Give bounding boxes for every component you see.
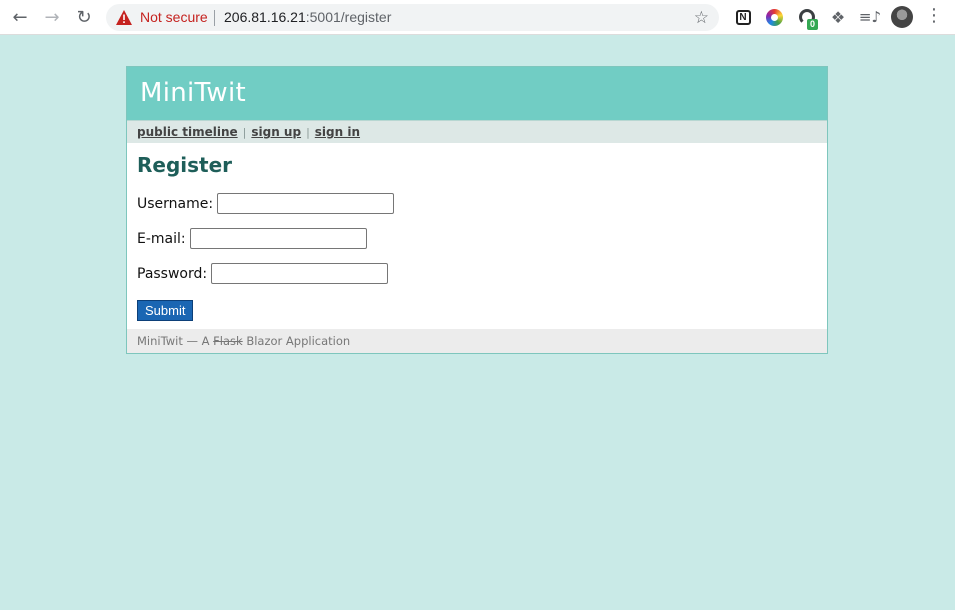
media-control-icon[interactable]: ≡♪ [859, 7, 881, 27]
forward-icon[interactable]: → [40, 6, 64, 28]
notion-icon[interactable]: N [733, 7, 753, 27]
page-container: MiniTwit public timeline | sign up | sign in… [126, 66, 828, 354]
nav-separator: | [242, 126, 247, 139]
url-text[interactable]: 206.81.16.21:5001/register [224, 9, 391, 25]
nav-public-timeline-link[interactable]: public timeline [137, 125, 238, 139]
kebab-menu-icon[interactable]: ⋮ [924, 6, 944, 28]
nav-separator: | [306, 126, 310, 139]
site-title: MiniTwit [140, 78, 247, 108]
username-input[interactable] [217, 193, 395, 214]
email-row: E-mail: [137, 228, 817, 249]
username-row: Username: [137, 193, 817, 214]
security-status[interactable]: Not secure [140, 9, 208, 25]
browser-toolbar: ← → ↻ Not secure 206.81.16.21:5001/regis… [0, 0, 955, 35]
email-input[interactable] [189, 228, 367, 249]
navigation-bar: public timeline | sign up | sign in [127, 120, 827, 143]
nav-sign-in-link[interactable]: sign in [315, 125, 360, 139]
footer-suffix: Blazor Application [242, 334, 351, 348]
email-label: E-mail: [137, 230, 186, 247]
password-input[interactable] [211, 263, 389, 284]
footer: MiniTwit — A Flask Blazor Application [127, 329, 827, 353]
back-icon[interactable]: ← [8, 6, 32, 28]
site-header: MiniTwit [127, 67, 827, 120]
puzzle-icon[interactable]: ❖ [828, 7, 848, 27]
star-icon[interactable]: ☆ [694, 8, 709, 28]
url-path: :5001/register [305, 9, 392, 25]
reload-icon[interactable]: ↻ [72, 6, 96, 28]
profile-avatar[interactable] [891, 6, 913, 28]
color-picker-icon[interactable] [764, 7, 784, 27]
url-host: 206.81.16.21 [224, 9, 306, 25]
page-title: Register [137, 153, 233, 177]
extension-badge: 0 [807, 19, 819, 30]
username-label: Username: [137, 195, 214, 212]
nav-sign-up-link[interactable]: sign up [251, 125, 301, 139]
warning-icon[interactable] [116, 10, 132, 25]
address-bar[interactable]: Not secure 206.81.16.21:5001/register ☆ [106, 4, 719, 31]
register-form: Register Username: E-mail: Password: Sub… [127, 143, 827, 329]
footer-prefix: MiniTwit — A [137, 334, 214, 348]
footer-struck-text: Flask [213, 334, 243, 348]
omnibox-divider [214, 10, 215, 26]
password-label: Password: [137, 265, 208, 282]
password-row: Password: [137, 263, 817, 284]
submit-button[interactable]: Submit [137, 300, 194, 321]
